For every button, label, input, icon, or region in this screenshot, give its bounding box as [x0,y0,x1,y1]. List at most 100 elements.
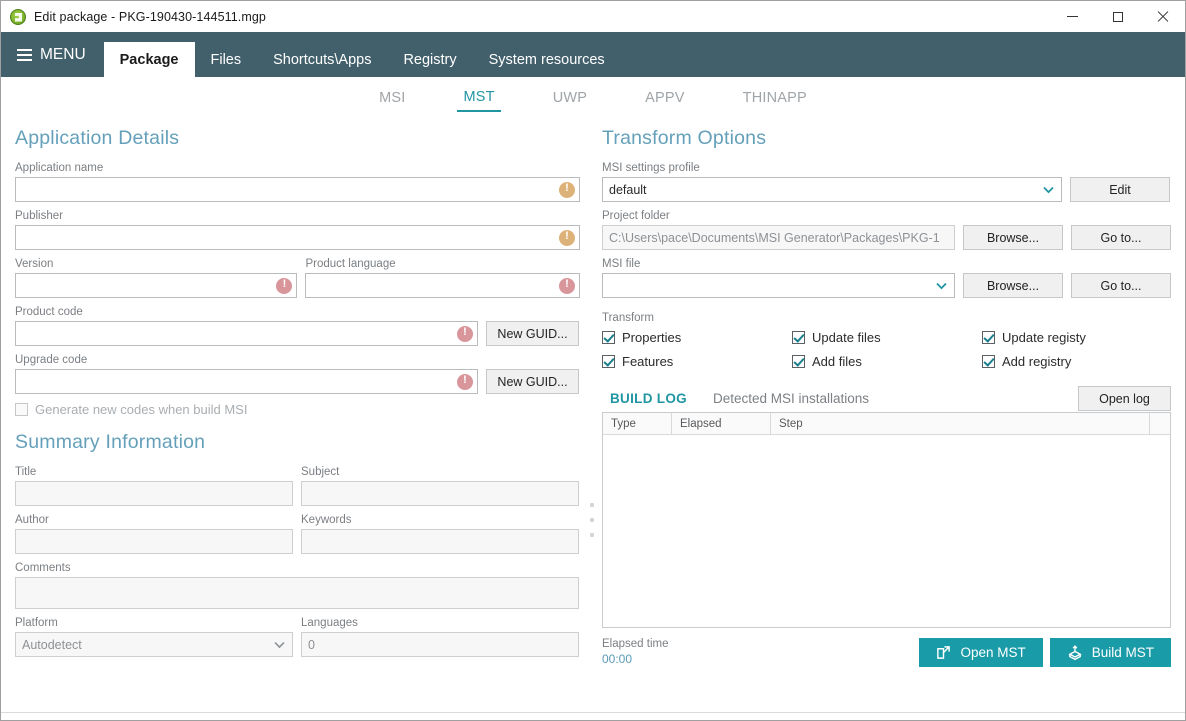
product-language-label: Product language [305,258,396,270]
checkbox-add-files[interactable]: Add files [792,354,982,369]
checkbox-features[interactable]: Features [602,354,792,369]
properties-checkbox[interactable] [602,331,615,344]
application-name-label: Application name [15,162,104,174]
build-mst-button[interactable]: Build MST [1049,638,1171,667]
content-area: Application Details Application name ! P… [1,113,1185,699]
version-input[interactable] [15,273,298,298]
checkbox-update-registry[interactable]: Update registy [982,330,1171,345]
add-files-label: Add files [812,354,862,369]
subtab-mst[interactable]: MST [457,87,501,112]
open-log-button[interactable]: Open log [1078,386,1171,411]
upgrade-code-input[interactable] [15,369,478,394]
product-language-group: Product language ! [305,258,580,298]
minimize-button[interactable] [1050,1,1095,32]
platform-group: Platform [15,617,293,657]
product-code-new-guid-button[interactable]: New GUID... [486,321,579,346]
subtab-uwp[interactable]: UWP [547,88,593,111]
generate-new-codes-checkbox[interactable] [15,403,28,416]
tab-package[interactable]: Package [103,42,195,77]
primary-action-buttons: Open MST Build MST [919,638,1171,667]
product-language-input[interactable] [305,273,580,298]
subtab-appv[interactable]: APPV [639,88,691,111]
upgrade-code-label: Upgrade code [15,354,88,366]
features-checkbox[interactable] [602,355,615,368]
edit-profile-button[interactable]: Edit [1070,177,1170,202]
tab-system-resources[interactable]: System resources [473,42,621,77]
project-folder-goto-button[interactable]: Go to... [1071,225,1171,250]
msi-file-browse-button[interactable]: Browse... [963,273,1063,298]
checkbox-update-files[interactable]: Update files [792,330,982,345]
keywords-label: Keywords [301,514,352,526]
update-files-checkbox[interactable] [792,331,805,344]
tab-package-label: Package [119,51,179,68]
checkbox-add-registry[interactable]: Add registry [982,354,1171,369]
msi-file-wrap [602,273,955,298]
application-name-input[interactable] [15,177,580,202]
product-code-wrap: ! [15,321,478,346]
update-registry-checkbox[interactable] [982,331,995,344]
msi-settings-profile-select[interactable] [602,177,1062,202]
tab-detected-msi-installations[interactable]: Detected MSI installations [713,391,869,406]
product-language-error-icon: ! [559,277,575,294]
platform-select[interactable] [15,632,293,657]
build-log-tabs: BUILD LOG Detected MSI installations Ope… [602,386,1171,411]
product-language-wrap: ! [305,273,580,298]
product-code-input[interactable] [15,321,478,346]
author-group: Author [15,514,293,554]
window-controls [1050,1,1185,32]
project-folder-group: Project folder Browse... Go to... [602,210,1171,250]
app-logo-icon [10,8,26,25]
tab-shortcuts-apps[interactable]: Shortcuts\Apps [257,42,387,77]
languages-input[interactable] [301,632,579,657]
title-input[interactable] [15,481,293,506]
publisher-warning-icon: ! [559,229,575,246]
add-registry-checkbox[interactable] [982,355,995,368]
keywords-input[interactable] [301,529,579,554]
elapsed-time-value: 00:00 [602,652,633,666]
publisher-label: Publisher [15,210,63,222]
right-pane: Transform Options MSI settings profile E… [594,113,1185,699]
version-language-row: Version ! Product language ! [15,258,580,298]
build-log-table-header: Type Elapsed Step [603,413,1170,435]
close-button[interactable] [1140,1,1185,32]
tab-files[interactable]: Files [195,42,258,77]
open-mst-button[interactable]: Open MST [919,638,1043,667]
build-mst-label: Build MST [1091,645,1154,660]
generate-new-codes-row[interactable]: Generate new codes when build MSI [15,402,580,417]
maximize-button[interactable] [1095,1,1140,32]
author-input[interactable] [15,529,293,554]
column-header-elapsed: Elapsed [672,413,771,434]
languages-group: Languages [301,617,579,657]
version-wrap: ! [15,273,298,298]
upgrade-code-new-guid-button[interactable]: New GUID... [486,369,579,394]
subtab-thinapp[interactable]: THINAPP [737,88,813,111]
tab-registry-label: Registry [403,51,457,68]
project-folder-browse-button[interactable]: Browse... [963,225,1063,250]
publisher-input[interactable] [15,225,580,250]
window-title: Edit package - PKG-190430-144511.mgp [34,9,266,24]
subtab-msi[interactable]: MSI [373,88,411,111]
comments-input[interactable] [15,577,579,609]
comments-group: Comments [15,562,580,609]
add-files-checkbox[interactable] [792,355,805,368]
subject-input[interactable] [301,481,579,506]
title-group: Title [15,466,293,506]
tab-registry[interactable]: Registry [387,42,472,77]
languages-label: Languages [301,617,358,629]
menu-button[interactable]: MENU [1,32,104,77]
title-label: Title [15,466,37,478]
msi-file-select[interactable] [602,273,955,298]
features-label: Features [622,354,674,369]
build-package-icon [1067,644,1083,661]
checkbox-properties[interactable]: Properties [602,330,792,345]
transform-options-heading: Transform Options [602,127,767,149]
publisher-wrap: ! [15,225,580,250]
update-files-label: Update files [812,330,881,345]
msi-file-goto-button[interactable]: Go to... [1071,273,1171,298]
upgrade-code-group: Upgrade code ! New GUID... [15,354,580,394]
tab-build-log[interactable]: BUILD LOG [610,391,687,406]
open-mst-label: Open MST [960,645,1026,660]
project-folder-input[interactable] [602,225,955,250]
version-error-icon: ! [276,277,293,294]
product-code-row: ! New GUID... [15,321,580,346]
